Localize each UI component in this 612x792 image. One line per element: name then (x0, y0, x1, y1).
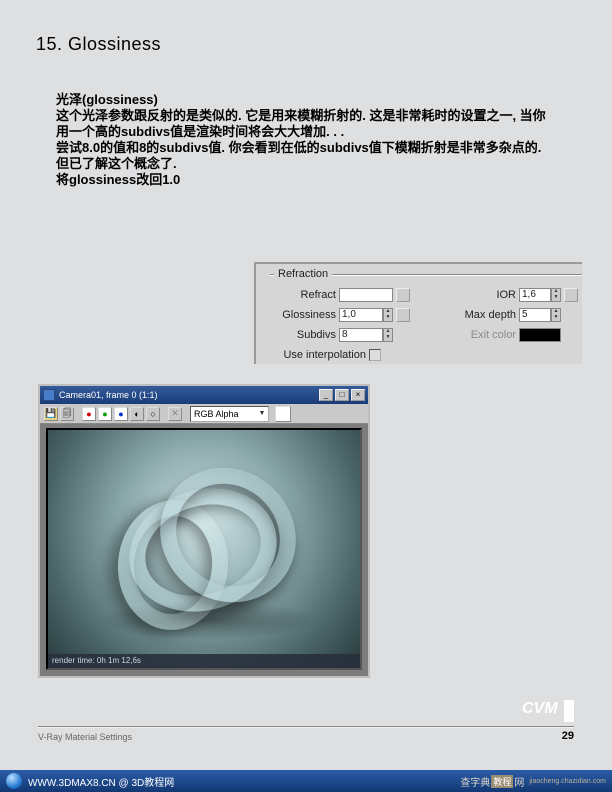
green-channel-icon[interactable]: ● (98, 407, 112, 421)
browser-url: WWW.3DMAX8.CN @ 3D教程网 (28, 774, 174, 789)
render-title: Camera01, frame 0 (1:1) (59, 390, 158, 400)
blue-channel-icon[interactable]: ● (114, 407, 128, 421)
glossiness-map-button[interactable] (396, 308, 410, 322)
window-icon (43, 389, 55, 401)
clear-icon[interactable]: ✕ (168, 407, 182, 421)
refract-map-button[interactable] (396, 288, 410, 302)
watermark: 查字典教程网 jiaocheng.chazidian.com (460, 774, 606, 789)
body-line-3: 尝试8.0的值和8的subdivs值. 你会看到在低的subdivs值下模糊折射… (56, 140, 546, 172)
render-status-bar: render time: 0h 1m 12,6s (48, 654, 360, 668)
interpolation-label: Use interpolation (270, 349, 366, 361)
render-titlebar[interactable]: Camera01, frame 0 (1:1) _ □ × (40, 386, 368, 404)
ior-map-button[interactable] (564, 288, 578, 302)
body-line-1: 光泽(glossiness) (56, 92, 546, 108)
footer-divider (38, 726, 574, 727)
page-heading: 15. Glossiness (36, 34, 161, 55)
subdivs-spinner[interactable]: ▲▼ (383, 328, 393, 342)
mono-icon[interactable]: ◐ (130, 407, 144, 421)
maximize-button[interactable]: □ (335, 389, 349, 401)
close-button[interactable]: × (351, 389, 365, 401)
fieldset-title: Refraction (274, 268, 332, 280)
minimize-button[interactable]: _ (319, 389, 333, 401)
render-toolbar: 💾 🗐 ● ● ● ◐ ○ ✕ RGB Alpha (40, 404, 368, 424)
ior-label: IOR (458, 289, 516, 301)
red-channel-icon[interactable]: ● (82, 407, 96, 421)
render-window: Camera01, frame 0 (1:1) _ □ × 💾 🗐 ● ● ● … (38, 384, 370, 678)
ior-spinner[interactable]: ▲▼ (551, 288, 561, 302)
ior-input[interactable]: 1,6▲▼ (519, 288, 561, 302)
footer-text: V-Ray Material Settings (38, 732, 132, 742)
browser-status-bar: WWW.3DMAX8.CN @ 3D教程网 查字典教程网 jiaocheng.c… (0, 770, 612, 792)
refract-color-swatch[interactable] (339, 288, 393, 302)
render-image (48, 430, 360, 668)
render-canvas[interactable]: render time: 0h 1m 12,6s (46, 428, 362, 670)
body-line-4: 将glossiness改回1.0 (56, 172, 546, 188)
glossiness-label: Glossiness (270, 309, 336, 321)
swatch-icon[interactable] (275, 406, 291, 422)
alpha-icon[interactable]: ○ (146, 407, 160, 421)
body-text: 光泽(glossiness) 这个光泽参数跟反射的是类似的. 它是用来模糊折射的… (56, 92, 546, 188)
copy-icon[interactable]: 🗐 (60, 407, 74, 421)
glossiness-spinner[interactable]: ▲▼ (383, 308, 393, 322)
channel-dropdown[interactable]: RGB Alpha (190, 406, 269, 422)
maxdepth-label: Max depth (458, 309, 516, 321)
maxdepth-input[interactable]: 5▲▼ (519, 308, 561, 322)
maxdepth-spinner[interactable]: ▲▼ (551, 308, 561, 322)
page-number: 29 (562, 730, 574, 742)
exitcolor-label: Exit color (458, 329, 516, 341)
page-logo: CVM (522, 700, 574, 722)
save-icon[interactable]: 💾 (44, 407, 58, 421)
interpolation-checkbox[interactable] (369, 349, 381, 361)
body-line-2: 这个光泽参数跟反射的是类似的. 它是用来模糊折射的. 这是非常耗时的设置之一, … (56, 108, 546, 140)
glossiness-input[interactable]: 1,0▲▼ (339, 308, 393, 322)
subdivs-input[interactable]: 8▲▼ (339, 328, 393, 342)
refract-label: Refract (270, 289, 336, 301)
refraction-panel: Refraction Refract Glossiness 1,0▲▼ Subd… (254, 262, 582, 364)
globe-icon (6, 773, 22, 789)
subdivs-label: Subdivs (270, 329, 336, 341)
exitcolor-swatch[interactable] (519, 328, 561, 342)
